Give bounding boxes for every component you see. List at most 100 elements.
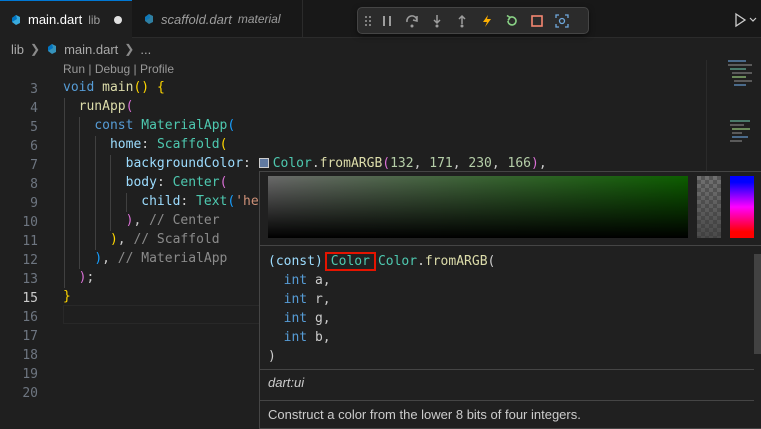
paren: ( — [382, 156, 391, 171]
chevron-down-icon[interactable] — [748, 15, 758, 25]
color-picker-saturation-area[interactable] — [268, 176, 688, 238]
hover-param: int g, — [268, 309, 748, 328]
comma: , — [102, 251, 110, 266]
inspect-widget-icon[interactable] — [549, 10, 574, 31]
pause-icon[interactable] — [374, 10, 399, 31]
dart-file-icon — [145, 14, 153, 24]
color-picker-hue-strip[interactable] — [730, 176, 754, 238]
comma: , — [538, 156, 547, 171]
colon: : — [180, 194, 197, 209]
tab-description: lib — [88, 12, 101, 27]
tab-label: main.dart — [28, 12, 83, 27]
hover-library: dart:ui — [268, 375, 305, 390]
signature-function: fromARGB — [424, 254, 488, 269]
line-number: 7 — [30, 158, 38, 173]
hover-divider — [260, 369, 754, 370]
code-line[interactable]: child: Text('hel — [63, 192, 266, 211]
signature-class: Color — [377, 254, 418, 269]
paren: ) — [94, 251, 103, 266]
run-button[interactable] — [732, 10, 761, 30]
stop-icon[interactable] — [524, 10, 549, 31]
paren: ( — [487, 254, 496, 269]
param-name: b, — [314, 330, 331, 345]
chevron-right-icon: ❯ — [30, 42, 41, 56]
tab-main-dart[interactable]: main.dart lib — [0, 0, 132, 38]
property: home — [109, 137, 142, 152]
property: backgroundColor — [125, 156, 244, 171]
color-swatch-icon[interactable] — [258, 158, 269, 168]
hover-signature-close: ) — [268, 347, 748, 366]
signature-return-type: Color — [324, 252, 376, 271]
unsaved-dot-icon[interactable] — [114, 15, 123, 24]
comment: // Center — [141, 213, 220, 228]
param-type: int — [283, 273, 308, 288]
breadcrumb-file[interactable]: main.dart — [64, 42, 118, 57]
line-number: 6 — [30, 139, 38, 154]
code-line[interactable]: body: Center( — [63, 173, 228, 192]
line-number: 8 — [30, 177, 38, 192]
breadcrumb-symbol[interactable]: ... — [140, 42, 151, 57]
codelens-run[interactable]: Run — [63, 62, 85, 76]
line-number: 9 — [30, 196, 38, 211]
line-number: 20 — [22, 386, 38, 401]
line-number: 4 — [30, 101, 38, 116]
line-number: 10 — [22, 215, 38, 230]
code-line[interactable]: ); — [63, 268, 95, 287]
line-number: 12 — [22, 253, 38, 268]
comma: , — [452, 156, 469, 171]
hover-signature: (const) Color Color.fromARGB( — [268, 252, 748, 271]
step-into-icon[interactable] — [424, 10, 449, 31]
color-picker-opacity-strip[interactable] — [697, 176, 721, 238]
code-line[interactable]: home: Scaffold( — [63, 135, 227, 154]
line-number-current: 15 — [22, 291, 38, 306]
restart-icon[interactable] — [499, 10, 524, 31]
number: 171 — [429, 156, 453, 171]
line-number — [0, 403, 38, 422]
code-line[interactable]: } — [63, 287, 71, 306]
hot-reload-icon[interactable] — [474, 10, 499, 31]
param-type: int — [283, 311, 308, 326]
hover-param: int b, — [268, 328, 748, 347]
step-out-icon[interactable] — [449, 10, 474, 31]
grip-icon[interactable] — [362, 10, 374, 31]
code-line[interactable]: ), // MaterialApp — [63, 249, 227, 268]
codelens-profile[interactable]: Profile — [140, 62, 174, 76]
tab-label: scaffold.dart — [161, 11, 232, 27]
hover-widget: (const) Color Color.fromARGB( int a, int r… — [259, 171, 761, 429]
tab-scaffold-dart[interactable]: scaffold.dart material — [133, 0, 303, 38]
paren: ) — [268, 349, 276, 364]
hover-divider — [260, 400, 754, 401]
paren: ( — [125, 99, 134, 114]
code-line[interactable]: ), // Scaffold — [63, 230, 220, 249]
hover-param: int a, — [268, 271, 748, 290]
code-line[interactable]: void main() { — [63, 78, 165, 97]
step-over-icon[interactable] — [399, 10, 424, 31]
property: child — [141, 194, 181, 209]
codelens-separator: | — [130, 62, 140, 76]
class-name: MaterialApp — [141, 118, 228, 133]
codelens-debug[interactable]: Debug — [95, 62, 130, 76]
colon: : — [156, 175, 173, 190]
code-line[interactable]: ), // Center — [63, 211, 220, 230]
function-name: runApp — [78, 99, 126, 114]
color-picker — [260, 172, 761, 246]
run-icon — [735, 12, 747, 28]
hover-scrollbar[interactable] — [754, 246, 761, 426]
codelens: Run | Debug | Profile — [63, 62, 174, 76]
number: 132 — [390, 156, 414, 171]
brace: { — [156, 80, 165, 95]
paren: ) — [531, 156, 539, 171]
tab-description: material — [237, 12, 281, 26]
paren: ) — [109, 232, 118, 247]
param-type: int — [283, 330, 308, 345]
code-line[interactable]: const MaterialApp( — [63, 116, 235, 135]
hover-scrollbar-thumb[interactable] — [754, 254, 761, 354]
line-number: 5 — [30, 120, 38, 135]
paren: () — [133, 80, 150, 95]
line-number: 13 — [22, 272, 38, 287]
signature-modifier: (const) — [268, 254, 323, 269]
code-line[interactable]: runApp( — [63, 97, 134, 116]
breadcrumb-folder[interactable]: lib — [11, 42, 24, 57]
comma: , — [117, 232, 126, 247]
keyword: const — [94, 118, 134, 133]
